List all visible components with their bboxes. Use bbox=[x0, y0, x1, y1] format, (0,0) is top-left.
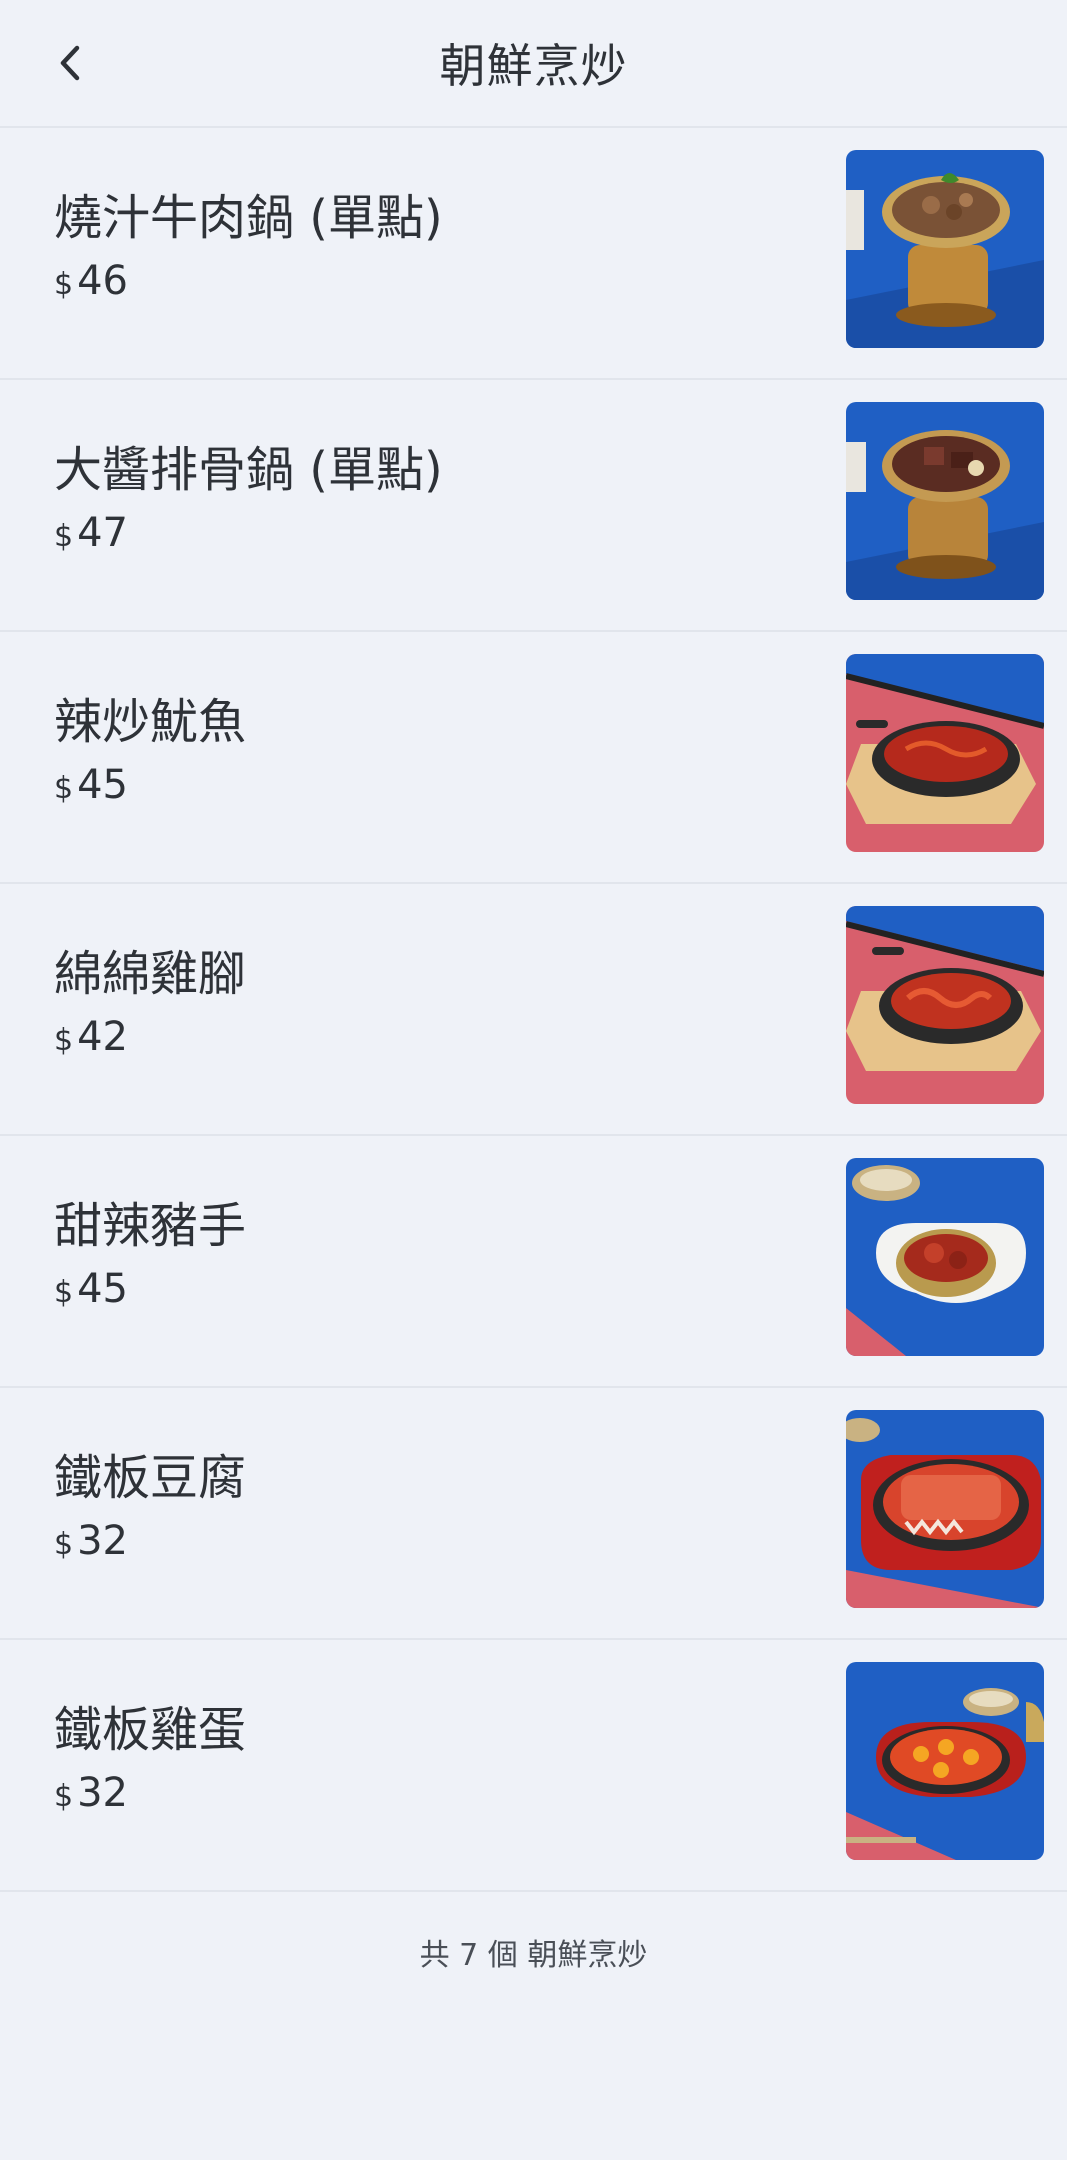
menu-item[interactable]: 鐵板雞蛋 $ 32 bbox=[0, 1640, 1067, 1892]
menu-item[interactable]: 甜辣豬手 $ 45 bbox=[0, 1136, 1067, 1388]
price-value: 46 bbox=[77, 258, 128, 304]
chevron-left-icon bbox=[60, 45, 80, 81]
price-value: 45 bbox=[77, 762, 128, 808]
item-price: $ 45 bbox=[54, 1266, 128, 1312]
price-value: 32 bbox=[77, 1770, 128, 1816]
menu-item[interactable]: 鐵板豆腐 $ 32 bbox=[0, 1388, 1067, 1640]
item-photo[interactable] bbox=[846, 1410, 1044, 1608]
menu-item[interactable]: 辣炒魷魚 $ 45 bbox=[0, 632, 1067, 884]
page-title: 朝鮮烹炒 bbox=[439, 39, 628, 93]
item-photo[interactable] bbox=[846, 1158, 1044, 1356]
item-name: 燒汁牛肉鍋 (單點) bbox=[54, 190, 443, 246]
item-name: 大醬排骨鍋 (單點) bbox=[54, 442, 443, 498]
currency-symbol: $ bbox=[54, 1275, 74, 1310]
currency-symbol: $ bbox=[54, 1527, 74, 1562]
currency-symbol: $ bbox=[54, 1779, 74, 1814]
back-button[interactable] bbox=[36, 28, 106, 98]
item-name: 鐵板雞蛋 bbox=[54, 1702, 247, 1758]
item-price: $ 42 bbox=[54, 1014, 128, 1060]
item-price: $ 47 bbox=[54, 510, 128, 556]
price-value: 32 bbox=[77, 1518, 128, 1564]
item-name: 鐵板豆腐 bbox=[54, 1450, 247, 1506]
top-bar: 朝鮮烹炒 bbox=[0, 0, 1067, 128]
item-price: $ 32 bbox=[54, 1770, 128, 1816]
item-name: 辣炒魷魚 bbox=[54, 694, 247, 750]
item-photo[interactable] bbox=[846, 906, 1044, 1104]
item-price: $ 32 bbox=[54, 1518, 128, 1564]
menu-item[interactable]: 燒汁牛肉鍋 (單點) $ 46 bbox=[0, 128, 1067, 380]
menu-item[interactable]: 綿綿雞腳 $ 42 bbox=[0, 884, 1067, 1136]
menu-list: 燒汁牛肉鍋 (單點) $ 46 大醬排骨鍋 (單點) $ 47 辣炒魷魚 $ 4… bbox=[0, 128, 1067, 1892]
item-photo[interactable] bbox=[846, 1662, 1044, 1860]
item-photo[interactable] bbox=[846, 402, 1044, 600]
item-name: 甜辣豬手 bbox=[54, 1198, 247, 1254]
currency-symbol: $ bbox=[54, 267, 74, 302]
price-value: 45 bbox=[77, 1266, 128, 1312]
currency-symbol: $ bbox=[54, 519, 74, 554]
item-photo[interactable] bbox=[846, 150, 1044, 348]
item-count-footer: 共 7 個 朝鮮烹炒 bbox=[419, 1938, 648, 1973]
price-value: 47 bbox=[77, 510, 128, 556]
currency-symbol: $ bbox=[54, 1023, 74, 1058]
item-photo[interactable] bbox=[846, 654, 1044, 852]
price-value: 42 bbox=[77, 1014, 128, 1060]
item-price: $ 45 bbox=[54, 762, 128, 808]
item-name: 綿綿雞腳 bbox=[54, 946, 247, 1002]
currency-symbol: $ bbox=[54, 771, 74, 806]
menu-item[interactable]: 大醬排骨鍋 (單點) $ 47 bbox=[0, 380, 1067, 632]
item-price: $ 46 bbox=[54, 258, 128, 304]
